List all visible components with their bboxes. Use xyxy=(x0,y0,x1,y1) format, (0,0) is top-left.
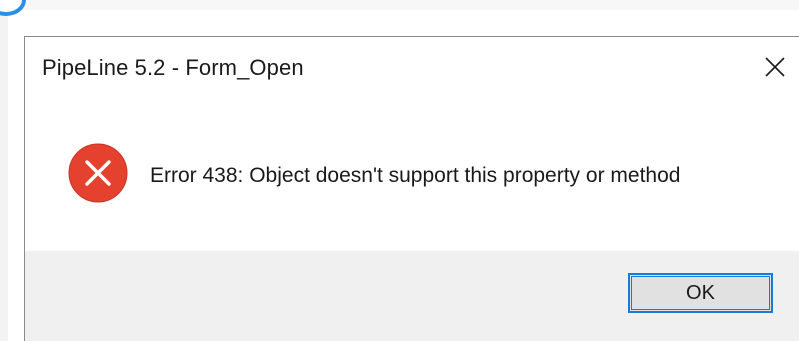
dialog-content: Error 438: Object doesn't support this p… xyxy=(25,97,799,251)
close-icon xyxy=(765,57,785,77)
ok-button[interactable]: OK xyxy=(628,273,773,313)
background-app-icon xyxy=(0,0,26,16)
dialog-titlebar[interactable]: PipeLine 5.2 - Form_Open xyxy=(25,37,799,97)
dialog-footer: OK xyxy=(25,251,799,341)
dialog-title: PipeLine 5.2 - Form_Open xyxy=(42,55,304,80)
message-dialog: PipeLine 5.2 - Form_Open Error 438: Obje… xyxy=(24,36,799,341)
error-icon xyxy=(68,143,128,203)
background-app-edge xyxy=(0,10,8,341)
close-button[interactable] xyxy=(753,45,797,89)
background-app-strip xyxy=(0,0,799,10)
error-message: Error 438: Object doesn't support this p… xyxy=(150,164,681,187)
